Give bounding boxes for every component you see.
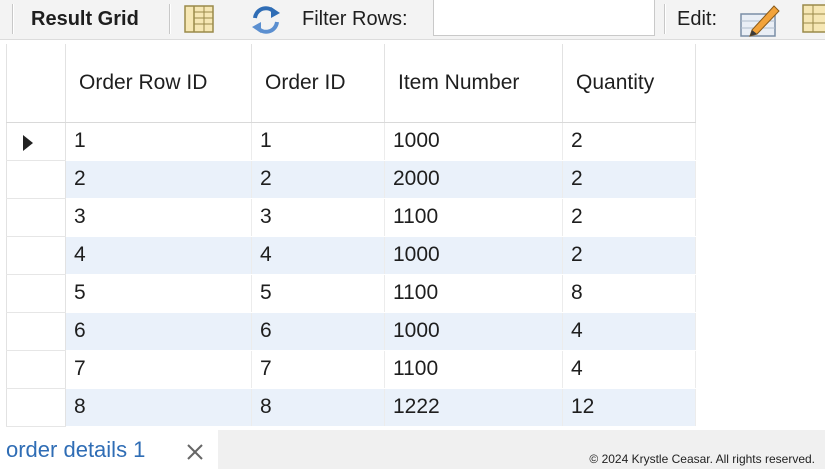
cell-item-number[interactable]: 2000 <box>384 160 563 199</box>
copyright-notice: © 2024 Krystle Ceasar. All rights reserv… <box>589 452 815 466</box>
result-tab-bar: order details 1 © 2024 Krystle Ceasar. A… <box>0 430 825 469</box>
table-row[interactable]: 8 8 1222 12 <box>6 388 696 427</box>
row-header[interactable] <box>6 122 66 161</box>
cell-quantity[interactable]: 8 <box>562 274 696 313</box>
edit-pencil-icon[interactable] <box>738 2 780 43</box>
result-grid-label: Result Grid <box>31 8 139 30</box>
toolbar-separator <box>169 4 171 34</box>
cell-order-row-id[interactable]: 6 <box>65 312 252 351</box>
column-header-order-row-id[interactable]: Order Row ID <box>65 44 252 123</box>
cell-quantity[interactable]: 4 <box>562 312 696 351</box>
refresh-icon[interactable] <box>249 4 283 41</box>
cell-order-row-id[interactable]: 2 <box>65 160 252 199</box>
table-row[interactable]: 4 4 1000 2 <box>6 236 696 275</box>
toolbar-separator <box>12 4 14 34</box>
column-header-order-id[interactable]: Order ID <box>251 44 385 123</box>
table-row[interactable]: 2 2 2000 2 <box>6 160 696 199</box>
toolbar-separator <box>664 4 666 34</box>
column-header-item-number[interactable]: Item Number <box>384 44 563 123</box>
cell-order-row-id[interactable]: 1 <box>65 122 252 161</box>
row-header[interactable] <box>6 198 66 237</box>
filter-rows-label: Filter Rows: <box>302 8 408 30</box>
row-header[interactable] <box>6 236 66 275</box>
table-row[interactable]: 5 5 1100 8 <box>6 274 696 313</box>
cell-order-id[interactable]: 4 <box>251 236 385 275</box>
tab-label: order details 1 <box>6 437 146 462</box>
cell-quantity[interactable]: 2 <box>562 236 696 275</box>
cell-order-id[interactable]: 6 <box>251 312 385 351</box>
cell-item-number[interactable]: 1000 <box>384 236 563 275</box>
cell-order-id[interactable]: 7 <box>251 350 385 389</box>
table-row[interactable]: 3 3 1100 2 <box>6 198 696 237</box>
cell-quantity[interactable]: 2 <box>562 198 696 237</box>
edit-label: Edit: <box>677 8 718 30</box>
cell-order-id[interactable]: 1 <box>251 122 385 161</box>
result-grid: Order Row ID Order ID Item Number Quanti… <box>6 44 696 427</box>
close-icon[interactable] <box>185 442 205 462</box>
table-icon[interactable] <box>800 4 825 39</box>
row-header[interactable] <box>6 388 66 427</box>
cell-quantity[interactable]: 2 <box>562 160 696 199</box>
column-header-quantity[interactable]: Quantity <box>562 44 696 123</box>
row-header[interactable] <box>6 274 66 313</box>
filter-rows-input[interactable] <box>433 0 655 36</box>
cell-item-number[interactable]: 1100 <box>384 350 563 389</box>
grid-layout-icon[interactable] <box>184 5 214 38</box>
cell-order-id[interactable]: 8 <box>251 388 385 427</box>
grid-header-row: Order Row ID Order ID Item Number Quanti… <box>6 44 696 123</box>
row-header[interactable] <box>6 350 66 389</box>
tab-order-details-1[interactable]: order details 1 <box>0 430 218 469</box>
row-header-corner[interactable] <box>6 44 66 123</box>
cell-order-id[interactable]: 5 <box>251 274 385 313</box>
current-row-arrow-icon <box>23 134 33 151</box>
cell-item-number[interactable]: 1100 <box>384 274 563 313</box>
cell-order-row-id[interactable]: 7 <box>65 350 252 389</box>
result-toolbar: Result Grid Filter Rows: Edit: <box>0 0 825 40</box>
cell-quantity[interactable]: 2 <box>562 122 696 161</box>
cell-order-row-id[interactable]: 8 <box>65 388 252 427</box>
row-header[interactable] <box>6 312 66 351</box>
cell-item-number[interactable]: 1222 <box>384 388 563 427</box>
table-row[interactable]: 6 6 1000 4 <box>6 312 696 351</box>
cell-order-row-id[interactable]: 5 <box>65 274 252 313</box>
cell-item-number[interactable]: 1100 <box>384 198 563 237</box>
table-row[interactable]: 1 1 1000 2 <box>6 122 696 161</box>
cell-quantity[interactable]: 4 <box>562 350 696 389</box>
cell-item-number[interactable]: 1000 <box>384 312 563 351</box>
cell-item-number[interactable]: 1000 <box>384 122 563 161</box>
table-row[interactable]: 7 7 1100 4 <box>6 350 696 389</box>
cell-order-row-id[interactable]: 4 <box>65 236 252 275</box>
row-header[interactable] <box>6 160 66 199</box>
cell-order-id[interactable]: 2 <box>251 160 385 199</box>
cell-order-row-id[interactable]: 3 <box>65 198 252 237</box>
cell-quantity[interactable]: 12 <box>562 388 696 427</box>
cell-order-id[interactable]: 3 <box>251 198 385 237</box>
